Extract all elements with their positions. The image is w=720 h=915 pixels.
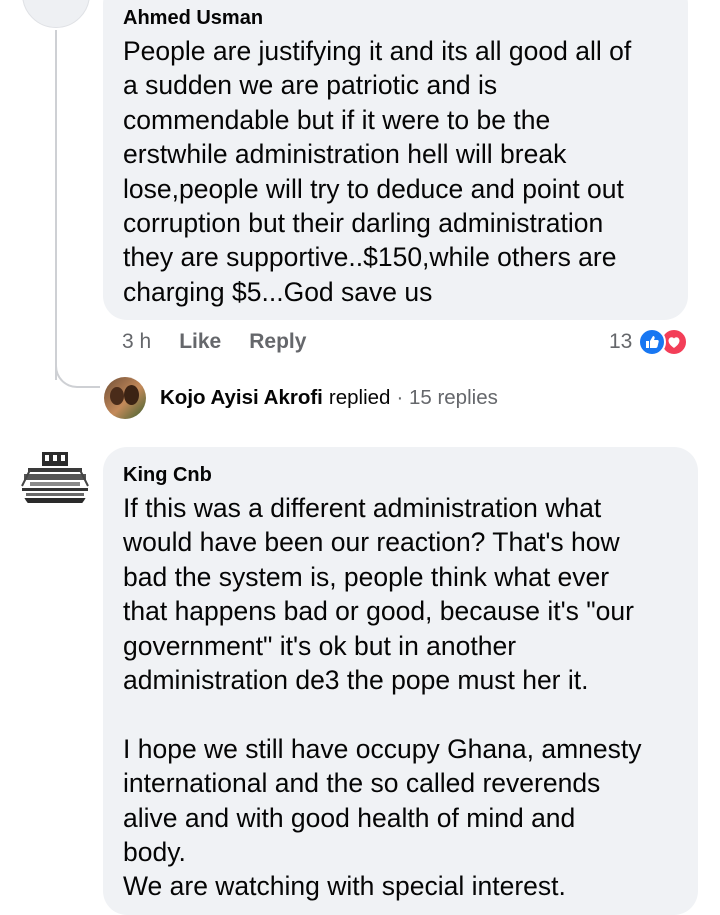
- thread-connector-line: [55, 30, 57, 380]
- reply-count[interactable]: · 15 replies: [396, 386, 497, 410]
- comment-timestamp[interactable]: 3 h: [122, 330, 151, 354]
- avatar[interactable]: [22, 0, 90, 28]
- avatar: [104, 377, 146, 419]
- avatar[interactable]: [20, 446, 90, 516]
- comment-author[interactable]: Ahmed Usman: [123, 6, 668, 30]
- comment-actions: 3 h Like Reply: [122, 330, 306, 354]
- like-icon: [638, 328, 667, 356]
- reaction-count: 13: [609, 330, 633, 353]
- reply-button[interactable]: Reply: [249, 330, 306, 354]
- reaction-summary[interactable]: 13: [609, 328, 689, 356]
- thread-connector-curve: [55, 340, 100, 388]
- comment-text: People are justifying it and its all goo…: [123, 36, 632, 307]
- comment-bubble: Ahmed Usman People are justifying it and…: [103, 0, 688, 320]
- like-button[interactable]: Like: [179, 330, 221, 354]
- view-replies-link[interactable]: Kojo Ayisi Akrofi replied · 15 replies: [104, 377, 498, 419]
- comment-text: If this was a different administration w…: [123, 493, 642, 902]
- comment-bubble: King Cnb If this was a different adminis…: [103, 447, 698, 915]
- building-icon: [20, 446, 90, 516]
- comment-author[interactable]: King Cnb: [123, 463, 678, 487]
- reply-verb: replied: [328, 386, 391, 409]
- reply-author[interactable]: Kojo Ayisi Akrofi: [160, 386, 323, 410]
